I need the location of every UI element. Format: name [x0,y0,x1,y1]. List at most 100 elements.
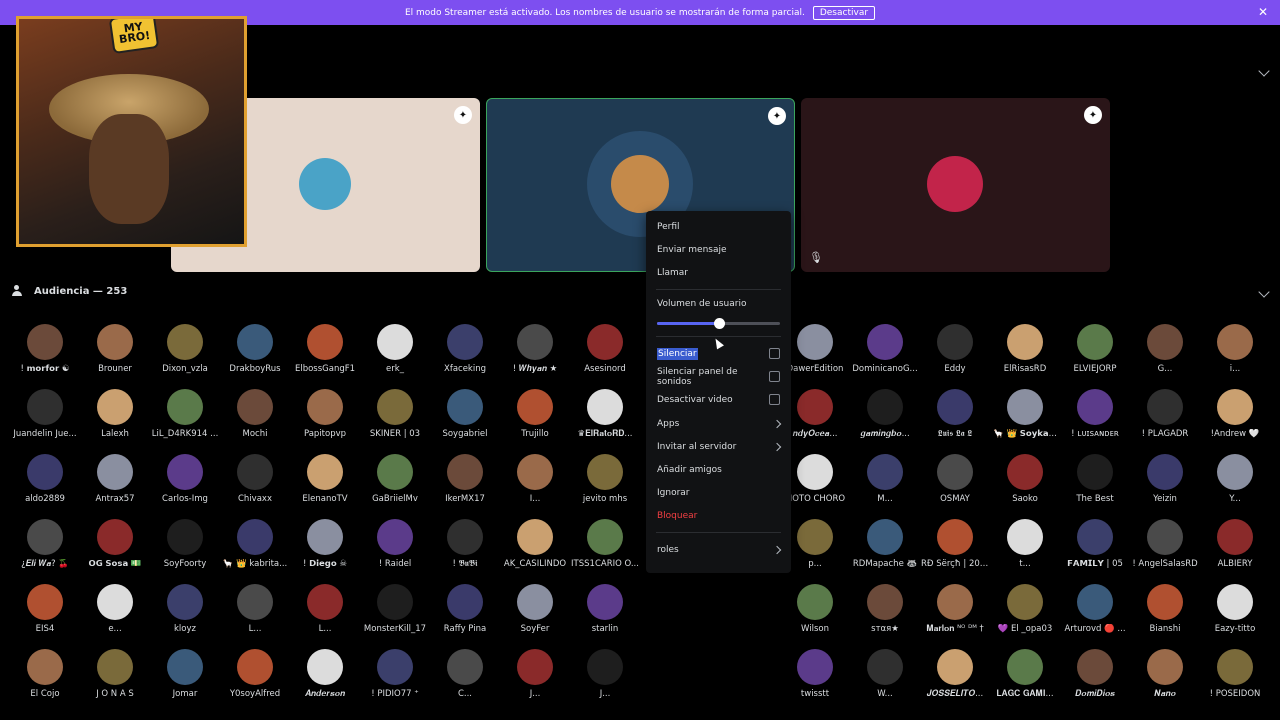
checkbox[interactable] [769,371,780,382]
audience-member[interactable]: ITSS1CARIO O... [570,515,640,569]
menu-item-send-message[interactable]: Enviar mensaje [652,238,785,261]
audience-member[interactable]: Antrax57 [80,450,150,504]
audience-member[interactable]: The Best [1060,450,1130,504]
audience-member[interactable]: Eddy [920,320,990,374]
audience-member[interactable]: ! ʟᴜɪsᴀɴᴅᴇʀ [1060,385,1130,439]
audience-member[interactable]: DominicanoG... [850,320,920,374]
audience-member[interactable]: aldo2889 [10,450,80,504]
audience-member[interactable]: Y... [1200,450,1270,504]
audience-member[interactable]: erk_ [360,320,430,374]
audience-member[interactable]: 𝗙𝗔𝗠𝗜𝗟𝗬 | 05 [1060,515,1130,569]
audience-member[interactable]: jevito mhs [570,450,640,504]
audience-member[interactable]: Carlos-Img [150,450,220,504]
audience-member[interactable]: 𝑫𝒐𝒎𝒊𝑫𝒊𝒐𝒔 [1060,645,1130,699]
audience-member[interactable]: Asesinord [570,320,640,374]
audience-member[interactable]: ѕтαя★ [850,580,920,634]
audience-member[interactable]: 🦙 👑 𝗦𝗼𝘆𝗸𝗮... [990,385,1060,439]
menu-item-block[interactable]: Bloquear [652,504,785,527]
audience-member[interactable]: M... [850,450,920,504]
audience-member[interactable]: SKINER | 03 [360,385,430,439]
audience-member[interactable]: ELVIEJORP [1060,320,1130,374]
pin-icon[interactable]: ✦ [768,107,786,125]
pin-icon[interactable]: ✦ [454,106,472,124]
pin-icon[interactable]: ✦ [1084,106,1102,124]
audience-member[interactable]: Yeizin [1130,450,1200,504]
checkbox[interactable] [769,348,780,359]
audience-member[interactable]: ElenanoTV [290,450,360,504]
audience-member[interactable]: El Cojo [10,645,80,699]
collapse-stage-chevron-icon[interactable] [1258,65,1270,77]
audience-member[interactable]: I... [500,450,570,504]
slider-knob[interactable] [713,318,725,329]
audience-member[interactable]: Wilson [780,580,850,634]
menu-item-disable-video[interactable]: Desactivar video [652,388,785,411]
menu-item-roles[interactable]: roles [652,538,785,561]
audience-member[interactable]: ! 𝗺𝗼𝗿𝗳𝗼𝗿 ☯ [10,320,80,374]
audience-member[interactable]: ! 𝑾𝒉𝒚𝒂𝒏 ★ [500,320,570,374]
audience-member[interactable]: RDMapache 🦝 [850,515,920,569]
audience-member[interactable]: Y0soyAlfred [220,645,290,699]
audience-member[interactable]: twisstt [780,645,850,699]
audience-member[interactable]: 𝗢𝗚 𝗦𝗼𝘀𝗮 💵 [80,515,150,569]
menu-item-call[interactable]: Llamar [652,261,785,284]
audience-member[interactable]: e... [80,580,150,634]
audience-member[interactable]: L... [220,580,290,634]
audience-member[interactable]: t... [990,515,1060,569]
audience-member[interactable]: Lalexh [80,385,150,439]
audience-member[interactable]: ElbossGangF1 [290,320,360,374]
audience-member[interactable]: J... [570,645,640,699]
audience-member[interactable]: GaBriielMv [360,450,430,504]
audience-member[interactable]: AK_CASILINDO [500,515,570,569]
audience-member[interactable]: J... [500,645,570,699]
audience-member[interactable]: ! PLAGADR [1130,385,1200,439]
audience-member[interactable]: Eazy-titto [1200,580,1270,634]
audience-member[interactable]: IkerMX17 [430,450,500,504]
audience-member[interactable]: MonsterKill_17 [360,580,430,634]
audience-member[interactable]: ♛𝐄𝐥𝐑𝐚𝐭𝐨𝐑𝐃... [570,385,640,439]
audience-member[interactable]: 𝕷𝖚𝖎𝖘 𝕷𝖆 𝕷 [920,385,990,439]
audience-member[interactable]: ¿𝑬𝒍𝒊 𝑾𝒂? 🍒 [10,515,80,569]
audience-member[interactable]: 𝐋𝐀𝐆𝐂 𝐆𝐀𝐌𝐈... [990,645,1060,699]
audience-member[interactable]: kloyz [150,580,220,634]
audience-member[interactable]: Dixon_vzla [150,320,220,374]
audience-member[interactable]: Chivaxx [220,450,290,504]
menu-item-add-friend[interactable]: Añadir amigos [652,458,785,481]
audience-member[interactable]: SoyFoorty [150,515,220,569]
audience-member[interactable]: 💜 El _opa03 [990,580,1060,634]
audience-member[interactable]: 𝑵𝒂𝒏𝒐 [1130,645,1200,699]
audience-member[interactable]: Papitopvp [290,385,360,439]
audience-member[interactable]: W... [850,645,920,699]
audience-member[interactable]: J O N A S [80,645,150,699]
audience-member[interactable]: ! POSEIDON [1200,645,1270,699]
audience-member[interactable]: ! AngelSalasRD [1130,515,1200,569]
audience-member[interactable]: Brouner [80,320,150,374]
audience-member[interactable]: Trujillo [500,385,570,439]
menu-item-mute-soundboard[interactable]: Silenciar panel de sonidos [652,365,785,388]
checkbox[interactable] [769,394,780,405]
stage-tile-speaker[interactable]: ✦ 🎙 [801,98,1110,272]
audience-member[interactable]: Xfaceking [430,320,500,374]
deactivate-streamer-button[interactable]: Desactivar [812,5,876,20]
audience-member[interactable]: !Andrew 🤍 [1200,385,1270,439]
menu-item-ignore[interactable]: Ignorar [652,481,785,504]
audience-member[interactable]: Jomar [150,645,220,699]
audience-member[interactable]: L... [290,580,360,634]
audience-member[interactable]: 𝑱𝑶𝑺𝑺𝑬𝑳𝑰𝑻𝑶... [920,645,990,699]
audience-member[interactable]: RĐ Šërçħ | 20 ... [920,515,990,569]
user-volume-slider[interactable] [657,315,780,331]
audience-member[interactable]: ElRisasRD [990,320,1060,374]
audience-member[interactable]: ! 𝕭𝖚𝕭𝖎 [430,515,500,569]
audience-member[interactable]: G... [1130,320,1200,374]
audience-member[interactable]: ! 𝗗𝗶𝗲𝗴𝗼 ☠ [290,515,360,569]
audience-member[interactable]: C... [430,645,500,699]
audience-member[interactable]: starlin [570,580,640,634]
menu-item-profile[interactable]: Perfil [652,215,785,238]
menu-item-apps[interactable]: Apps [652,412,785,435]
audience-member[interactable]: SoyFer [500,580,570,634]
audience-member[interactable]: 𝒈𝒂𝒎𝒊𝒏𝒈𝒃𝒐... [850,385,920,439]
audience-member[interactable]: Saoko [990,450,1060,504]
menu-item-invite[interactable]: Invitar al servidor [652,435,785,458]
audience-member[interactable]: 𝐌𝐚𝐫𝐥𝐨𝐧 ᴺᴼ ᴰᴹ † [920,580,990,634]
audience-member[interactable]: ! Raidel [360,515,430,569]
audience-member[interactable]: Bianshi [1130,580,1200,634]
